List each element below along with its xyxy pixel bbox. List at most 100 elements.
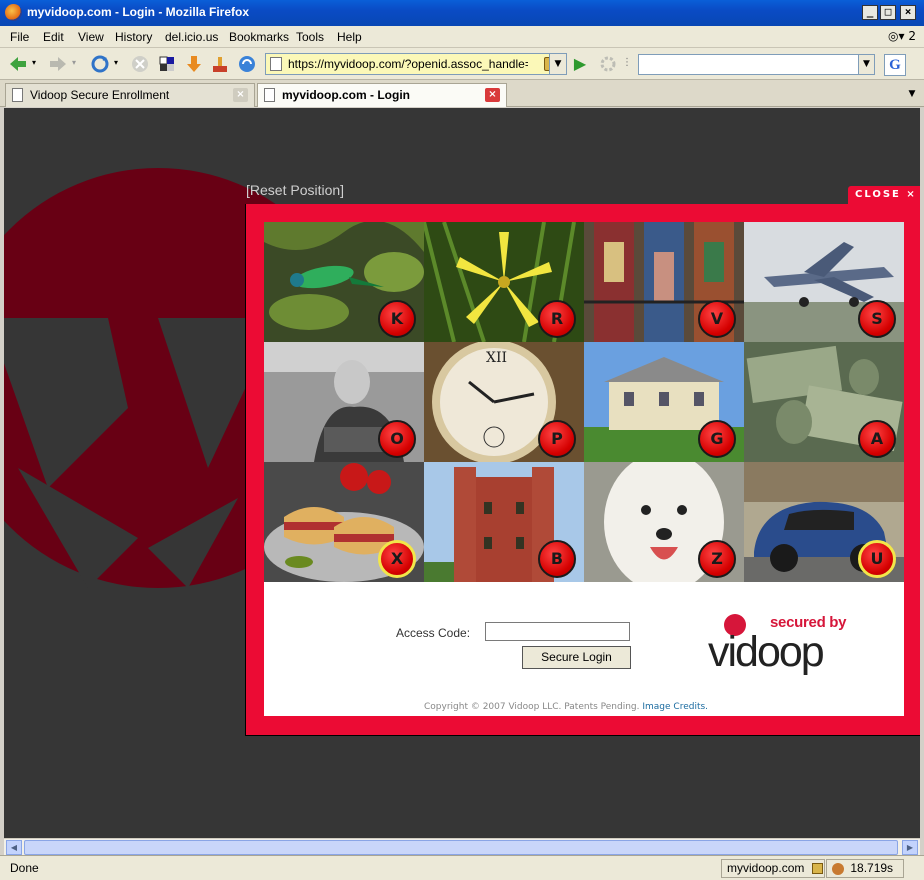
sync-icon[interactable] [237,54,257,74]
image-tile-house[interactable]: G [584,342,744,462]
tab-label: Vidoop Secure Enrollment [30,88,170,102]
access-code-input[interactable] [485,622,630,641]
image-tile-sandwich[interactable]: X [264,462,424,582]
image-tile-airplane[interactable]: S [744,222,904,342]
lock-icon[interactable] [811,863,823,875]
forward-dropdown-icon[interactable]: ▾ [72,58,76,67]
secure-login-button[interactable]: Secure Login [522,646,631,669]
delicious-icon[interactable] [157,54,177,74]
tile-letter-badge: P [538,420,576,458]
scroll-left-icon[interactable]: ◀ [6,840,22,855]
window-title: myvidoop.com - Login - Mozilla Firefox [27,5,250,19]
tab-list-icon[interactable]: ▼ [904,84,920,104]
back-icon[interactable] [8,54,28,74]
status-domain-text: myvidoop.com [727,861,805,875]
address-bar[interactable]: https://myvidoop.com/?openid.assoc_handl… [265,53,565,75]
resize-grip-icon[interactable]: ⋮ [622,57,632,68]
logo-wordmark: vidoop [708,628,825,676]
tile-letter-badge: A [858,420,896,458]
tile-letter-badge: R [538,300,576,338]
status-text: Done [10,861,39,875]
tile-letter-badge: U [858,540,896,578]
image-tile-car[interactable]: U [744,462,904,582]
menu-help[interactable]: Help [337,30,362,44]
tab-strip: Vidoop Secure Enrollment × myvidoop.com … [0,80,924,107]
close-label: CLOSE [855,189,901,200]
window-close-button[interactable]: × [900,5,916,20]
horizontal-scrollbar[interactable]: ◀ ▶ [4,838,920,855]
reload-dropdown-icon[interactable]: ▾ [114,58,118,67]
gear-icon[interactable] [598,54,618,74]
url-text[interactable]: https://myvidoop.com/?openid.assoc_handl… [288,57,528,71]
image-credits-link[interactable]: Image Credits. [642,702,708,712]
firebug-icon[interactable] [832,862,844,875]
tab-close-icon[interactable]: × [485,88,500,102]
maximize-button[interactable]: □ [880,5,896,20]
tile-letter-badge: S [858,300,896,338]
stop-icon[interactable] [130,54,150,74]
tile-letter-badge: X [378,540,416,578]
bookmark-stamp-icon[interactable] [210,54,230,74]
reload-icon[interactable] [90,54,110,74]
tile-letter-badge: B [538,540,576,578]
image-tile-poodle[interactable]: Z [584,462,744,582]
search-input[interactable]: ▼ [638,54,875,75]
menu-edit[interactable]: Edit [43,30,64,44]
image-grid: K R V S O XII P G A X B Z U [264,222,904,582]
scroll-thumb[interactable] [24,840,898,855]
image-tile-pocket-watch[interactable]: XII P [424,342,584,462]
login-form: Access Code: Secure Login secured by vid… [264,582,904,716]
status-circle-icon[interactable]: ◎▾ [888,29,905,43]
menu-history[interactable]: History [115,30,152,44]
menu-right-area[interactable]: ◎▾ 2 [888,29,916,43]
image-tile-bird[interactable]: K [264,222,424,342]
tab-page-icon [264,88,275,102]
download-icon[interactable] [184,54,204,74]
menu-right-count: 2 [908,29,916,43]
status-timer-text: 18.719s [850,861,894,875]
tab-label: myvidoop.com - Login [282,88,410,102]
tile-letter-badge: G [698,420,736,458]
modal-panel: K R V S O XII P G A X B Z U Access Code:… [264,222,904,716]
back-dropdown-icon[interactable]: ▾ [32,58,36,67]
search-engine-button[interactable]: G [884,54,906,76]
tab-vidoop-enrollment[interactable]: Vidoop Secure Enrollment × [5,83,255,107]
svg-text:XII: XII [486,350,507,366]
minimize-button[interactable]: _ [862,5,878,20]
forward-icon[interactable] [48,54,68,74]
page-content: [Reset Position] CLOSE × K R V S O XII P… [4,108,920,838]
go-icon[interactable]: ▶ [570,55,590,75]
tile-letter-badge: K [378,300,416,338]
menu-file[interactable]: File [10,30,29,44]
menu-delicious[interactable]: del.icio.us [165,30,218,44]
tab-page-icon [12,88,23,102]
image-tile-money[interactable]: A [744,342,904,462]
tile-letter-badge: V [698,300,736,338]
status-timer: 18.719s [826,859,904,878]
scroll-right-icon[interactable]: ▶ [902,840,918,855]
image-tile-man[interactable]: O [264,342,424,462]
menu-bookmarks[interactable]: Bookmarks [229,30,289,44]
menu-view[interactable]: View [78,30,104,44]
page-icon [270,57,282,71]
close-button[interactable]: CLOSE × [848,186,920,204]
menu-bar: File Edit View History del.icio.us Bookm… [0,26,924,48]
search-dropdown-icon[interactable]: ▼ [858,55,874,74]
tile-letter-badge: Z [698,540,736,578]
vidoop-logo: secured by vidoop [708,612,858,682]
copyright-line: Copyright © 2007 Vidoop LLC. Patents Pen… [424,702,640,712]
url-dropdown-icon[interactable]: ▼ [549,53,567,75]
close-icon: × [906,189,917,200]
access-code-label: Access Code: [396,626,471,640]
reset-position-link[interactable]: [Reset Position] [246,182,344,198]
image-tile-stained-glass[interactable]: V [584,222,744,342]
login-modal: K R V S O XII P G A X B Z U Access Code:… [245,204,920,736]
tab-close-icon[interactable]: × [233,88,248,102]
status-bar: Done myvidoop.com 18.719s [0,855,924,880]
status-domain: myvidoop.com [721,859,825,878]
image-tile-flower[interactable]: R [424,222,584,342]
image-tile-castle-tower[interactable]: B [424,462,584,582]
tab-myvidoop-login[interactable]: myvidoop.com - Login × [257,83,507,107]
menu-tools[interactable]: Tools [296,30,324,44]
tile-letter-badge: O [378,420,416,458]
